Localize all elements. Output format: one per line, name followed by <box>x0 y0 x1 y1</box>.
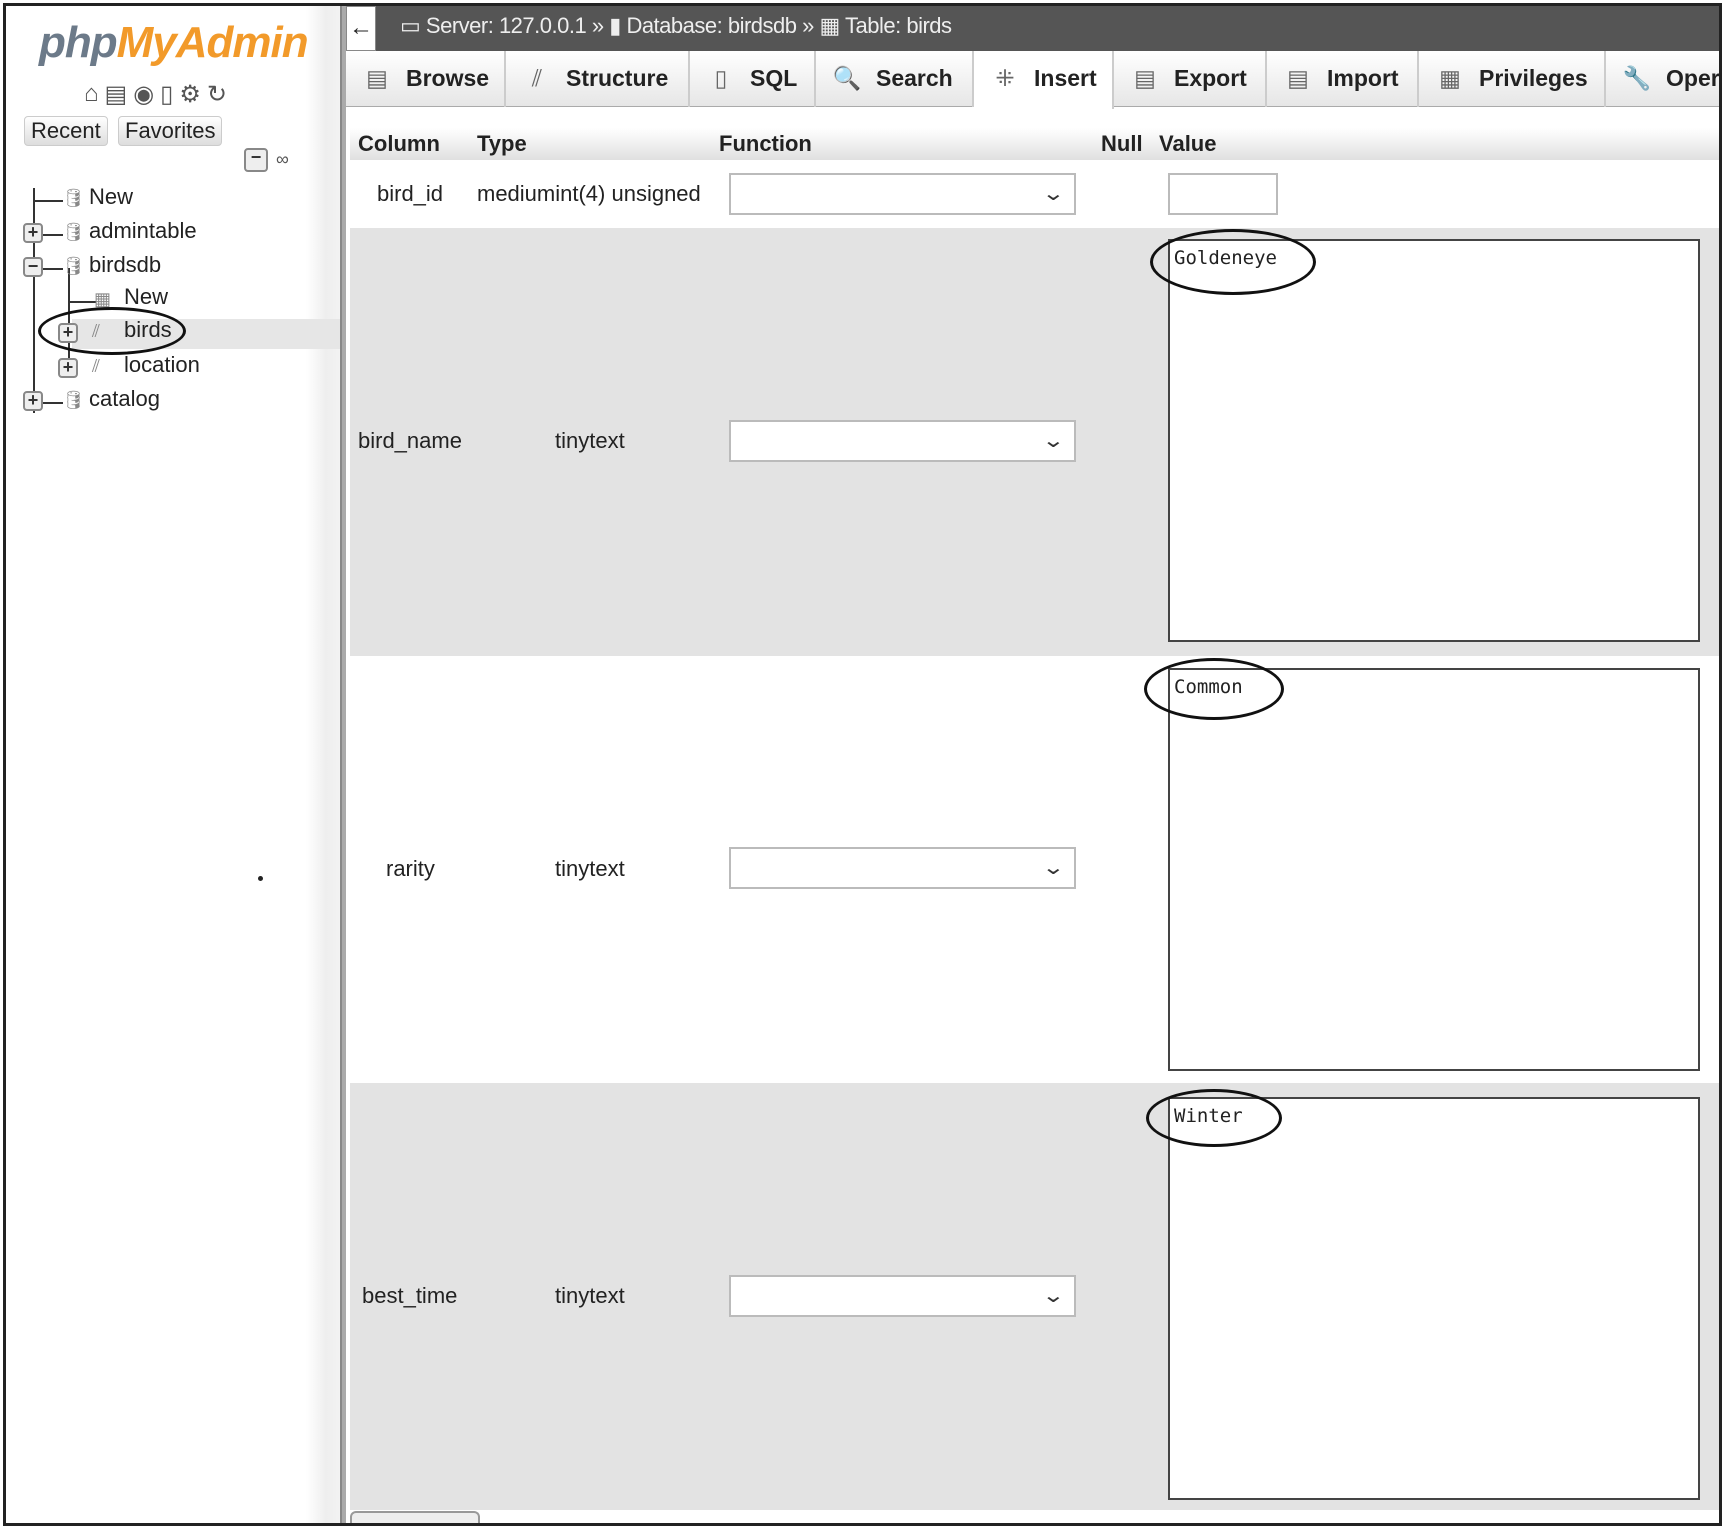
image-border <box>3 3 1722 1526</box>
